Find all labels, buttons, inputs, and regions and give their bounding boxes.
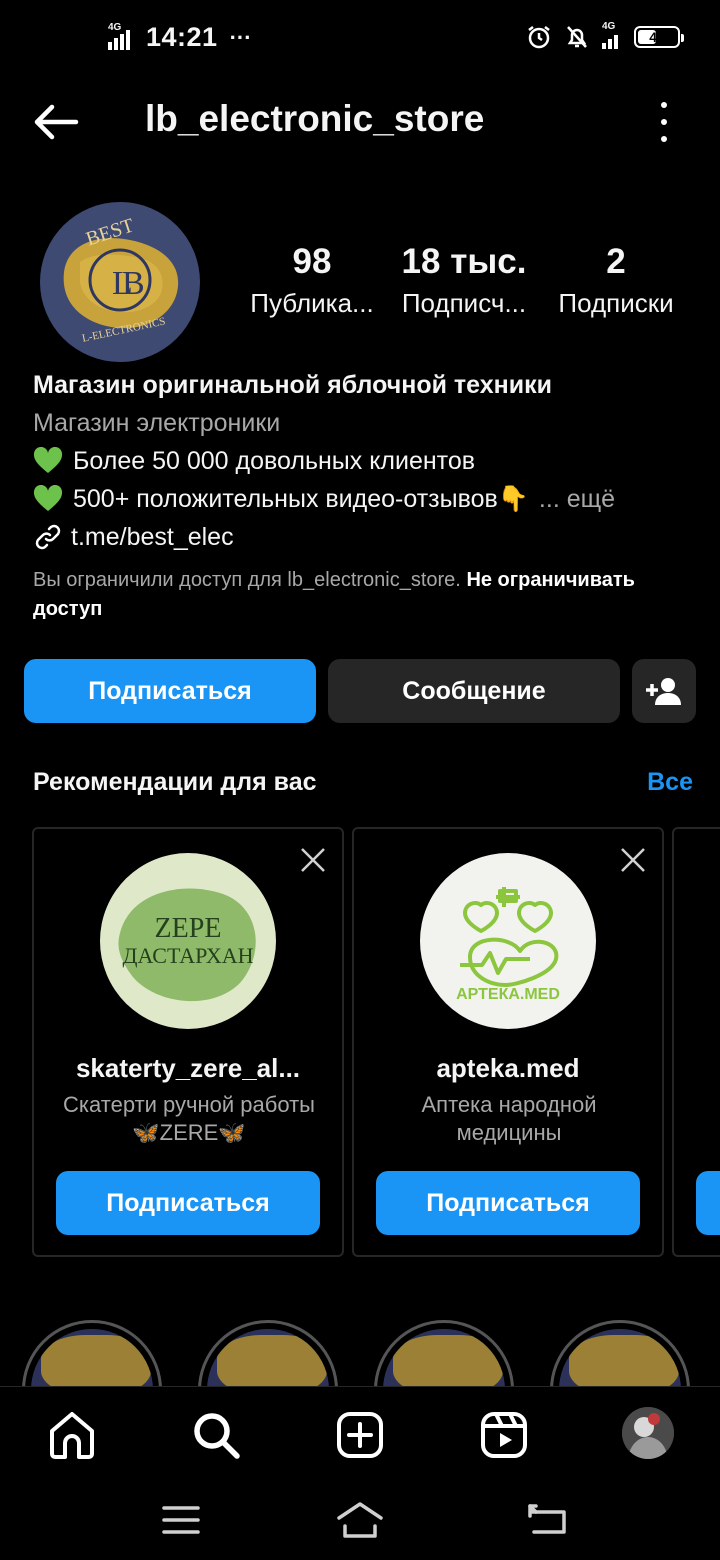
signal-icon: 4G	[108, 22, 138, 50]
reels-icon	[481, 1412, 527, 1458]
stat-label: Публика...	[250, 288, 374, 318]
clock: 14:21	[146, 22, 218, 52]
recommendation-username[interactable]: skaterty_zere_al...	[34, 1053, 342, 1084]
recommendation-avatar[interactable]: ZEPE ДАСТАРХАН	[100, 853, 276, 1029]
home-outline-icon	[337, 1502, 383, 1538]
bio-line: Более 50 000 довольных клиентов	[33, 442, 703, 480]
suggest-people-button[interactable]	[632, 659, 696, 723]
stat-posts[interactable]: 98 Публика...	[232, 242, 392, 319]
recommendation-card-partial[interactable]	[672, 827, 720, 1257]
nav-search[interactable]	[190, 1409, 242, 1461]
bio-text: Более 50 000 довольных клиентов	[73, 447, 476, 475]
brand-logo: L B BEST L-ELECTRONICS	[63, 214, 179, 345]
home-icon	[50, 1412, 94, 1459]
mute-bell-icon	[567, 26, 587, 48]
bio-text: 500+ положительных видео-отзывов👇	[73, 485, 529, 513]
zere-logo-line1: ZEPE	[155, 913, 222, 944]
nav-reels[interactable]	[478, 1409, 530, 1461]
search-icon	[194, 1413, 240, 1459]
create-icon	[337, 1412, 383, 1458]
more-link[interactable]: ... ещё	[539, 480, 615, 518]
status-bar: 4G 14:21 ··· 4G 48	[0, 0, 720, 78]
back-button[interactable]	[30, 98, 82, 146]
arrow-left-icon	[34, 104, 79, 140]
apteka-logo: АРТЕКА.МЕD	[420, 853, 596, 1029]
restrict-notice: Вы ограничили доступ для lb_electronic_s…	[33, 566, 693, 624]
profile-avatar-image	[622, 1407, 674, 1459]
page-title: lb_electronic_store	[145, 98, 485, 139]
nav-profile-avatar[interactable]	[622, 1407, 674, 1459]
follow-button[interactable]: Подписаться	[56, 1171, 320, 1235]
green-heart-icon	[33, 447, 63, 473]
system-back-button[interactable]	[524, 1500, 574, 1540]
nav-home[interactable]	[46, 1409, 98, 1461]
profile-name: Магазин оригинальной яблочной техники	[33, 371, 553, 399]
close-icon[interactable]	[620, 847, 646, 873]
close-icon[interactable]	[300, 847, 326, 873]
stat-number: 98	[292, 242, 332, 281]
battery-icon: 48	[634, 26, 684, 48]
svg-text:B: B	[122, 265, 145, 302]
status-left: 4G 14:21 ···	[108, 22, 252, 53]
back-icon	[528, 1504, 566, 1534]
restrict-text: Вы ограничили доступ для lb_electronic_s…	[33, 569, 461, 591]
zere-logo: ZEPE ДАСТАРХАН	[100, 853, 276, 1029]
stat-followers[interactable]: 18 тыс. Подписч...	[384, 242, 544, 319]
signal-icon-2: 4G	[602, 21, 622, 49]
top-app-bar: lb_electronic_store	[0, 90, 720, 154]
recommendation-avatar[interactable]: АРТЕКА.МЕD	[420, 853, 596, 1029]
dot-icon	[661, 119, 667, 125]
status-right: 4G 48	[526, 21, 684, 50]
apteka-logo-text: АРТЕКА.МЕD	[456, 986, 560, 1003]
bio-line: 500+ положительных видео-отзывов👇 ... ещ…	[33, 480, 703, 518]
link-text: t.me/best_elec	[71, 523, 234, 551]
stat-following[interactable]: 2 Подписки	[536, 242, 696, 319]
recommendation-description: Скатерти ручной работы 🦋ZERE🦋	[63, 1092, 315, 1145]
zere-logo-line2: ДАСТАРХАН	[122, 943, 253, 968]
recommendation-card[interactable]: ZEPE ДАСТАРХАН skaterty_zere_al... Скате…	[32, 827, 344, 1257]
see-all-link[interactable]: Все	[647, 768, 693, 797]
system-menu-button[interactable]	[156, 1500, 206, 1540]
dot-icon	[661, 136, 667, 142]
profile-bio: Магазин оригинальной яблочной техники Ма…	[33, 366, 703, 556]
profile-avatar[interactable]: L B BEST L-ELECTRONICS	[40, 202, 200, 362]
recommendations-header: Рекомендации для вас Все	[33, 768, 693, 804]
link-icon	[35, 524, 61, 550]
follow-button[interactable]: Подписаться	[376, 1171, 640, 1235]
add-person-icon	[646, 678, 681, 705]
green-heart-icon	[33, 485, 63, 511]
battery-level: 48	[649, 29, 665, 45]
stat-number: 18 тыс.	[401, 242, 527, 281]
stat-label: Подписч...	[401, 288, 527, 318]
profile-link[interactable]: t.me/best_elec	[33, 518, 703, 556]
bottom-navigation	[0, 1386, 720, 1482]
message-button[interactable]: Сообщение	[328, 659, 620, 723]
recommendations-title: Рекомендации для вас	[33, 768, 317, 796]
stat-label: Подписки	[558, 288, 674, 318]
alarm-icon	[528, 26, 550, 49]
recommendation-card[interactable]: АРТЕКА.МЕD apteka.med Аптека народной ме…	[352, 827, 664, 1257]
nav-create[interactable]	[334, 1409, 386, 1461]
notification-dots: ···	[229, 24, 252, 50]
menu-icon	[162, 1506, 200, 1534]
recommendation-username[interactable]: apteka.med	[354, 1053, 662, 1084]
system-navigation	[0, 1482, 720, 1560]
recommendation-description: Аптека народной медицины	[421, 1092, 597, 1145]
more-options-button[interactable]	[654, 102, 674, 142]
profile-category: Магазин электроники	[33, 409, 281, 437]
dot-icon	[661, 102, 667, 108]
system-home-button[interactable]	[335, 1500, 385, 1540]
follow-button[interactable]: Подписаться	[24, 659, 316, 723]
stat-number: 2	[606, 242, 626, 281]
follow-button-partial[interactable]	[696, 1171, 720, 1235]
network-type-2: 4G	[602, 21, 616, 32]
